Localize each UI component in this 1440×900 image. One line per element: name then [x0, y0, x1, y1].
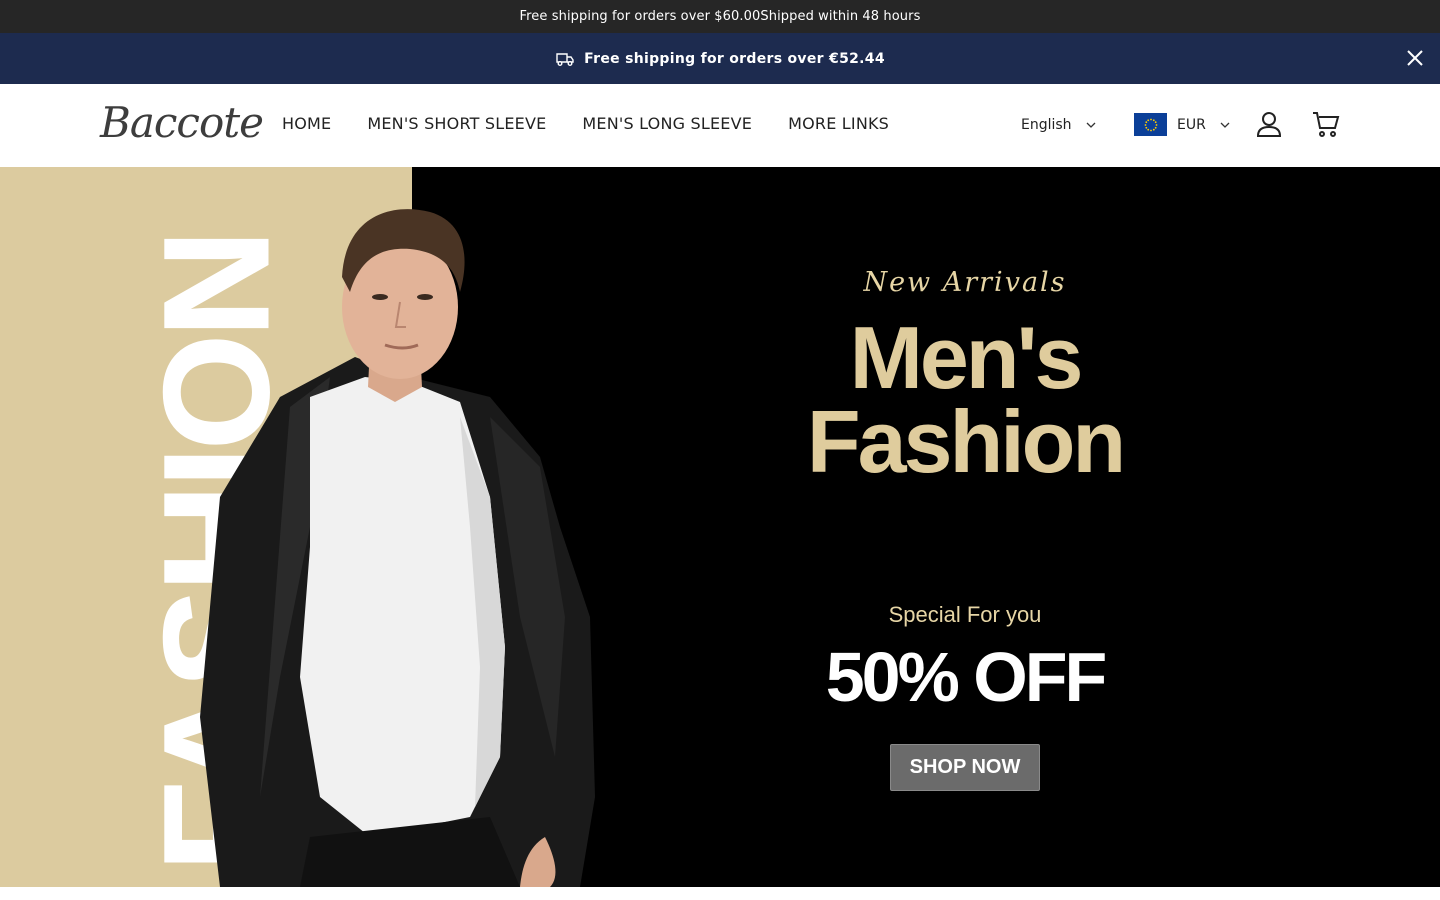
- hero-title-line1: Men's: [849, 308, 1084, 407]
- currency-label: EUR: [1177, 116, 1206, 133]
- truck-icon: [555, 51, 575, 67]
- main-nav: HOME MEN'S SHORT SLEEVE MEN'S LONG SLEEV…: [282, 114, 925, 133]
- shop-now-button[interactable]: SHOP NOW: [890, 744, 1040, 791]
- hero-discount: 50% OFF: [825, 638, 1108, 716]
- language-selector[interactable]: English: [1021, 117, 1096, 133]
- nav-item-more-links[interactable]: MORE LINKS: [788, 114, 889, 133]
- hero-title: Men's Fashion: [760, 308, 1170, 491]
- language-label: English: [1021, 117, 1072, 133]
- chevron-down-icon: [1086, 122, 1096, 128]
- shipping-text: Free shipping for orders over €52.44: [584, 50, 885, 67]
- hero-title-line2: Fashion: [806, 392, 1126, 491]
- shipping-banner: Free shipping for orders over €52.44: [0, 33, 1440, 84]
- site-header: Baccote HOME MEN'S SHORT SLEEVE MEN'S LO…: [0, 84, 1440, 167]
- close-icon[interactable]: [1405, 48, 1425, 68]
- announcement-text: Free shipping for orders over $60.00Ship…: [519, 9, 921, 24]
- currency-selector[interactable]: EUR: [1134, 113, 1230, 136]
- nav-item-home[interactable]: HOME: [282, 114, 331, 133]
- model-photo: [200, 209, 595, 887]
- eu-flag-icon: [1134, 113, 1167, 136]
- hero-special: Special For you: [888, 602, 1042, 627]
- hero-tagline: New Arrivals: [863, 267, 1067, 298]
- nav-item-long-sleeve[interactable]: MEN'S LONG SLEEVE: [582, 114, 752, 133]
- cart-icon[interactable]: [1311, 110, 1341, 142]
- announcement-bar: Free shipping for orders over $60.00Ship…: [0, 0, 1440, 33]
- chevron-down-icon: [1220, 122, 1230, 128]
- nav-item-short-sleeve[interactable]: MEN'S SHORT SLEEVE: [367, 114, 546, 133]
- user-icon[interactable]: [1255, 110, 1283, 142]
- site-logo[interactable]: Baccote: [100, 98, 264, 147]
- hero-banner[interactable]: FASHION New Arrivals Men's Fashion Spe: [0, 167, 1440, 887]
- hero-copy: New Arrivals Men's Fashion Special For y…: [760, 267, 1170, 791]
